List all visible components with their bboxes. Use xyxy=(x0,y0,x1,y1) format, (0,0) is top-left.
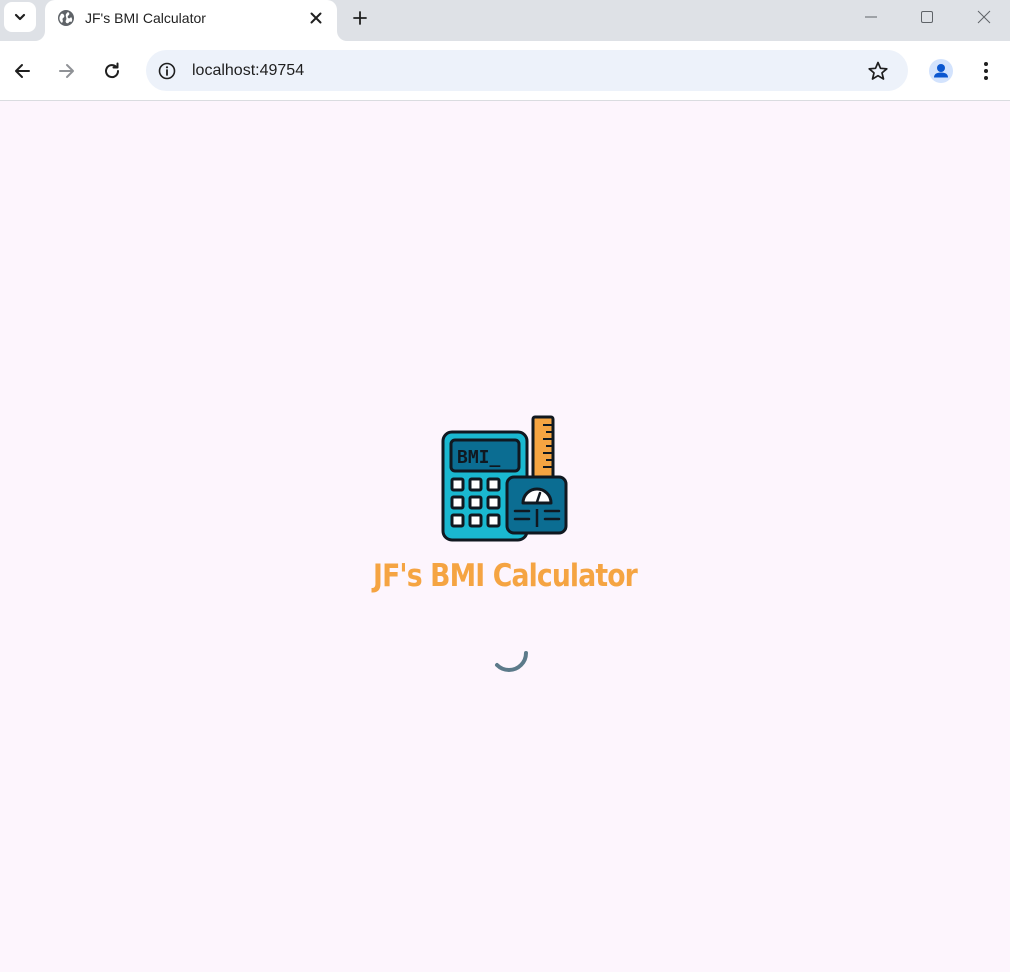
address-url: localhost:49754 xyxy=(192,62,305,79)
bmi-calculator-logo: BMI_ xyxy=(441,415,568,542)
tab-title: JF's BMI Calculator xyxy=(85,10,206,26)
tab-search-button[interactable] xyxy=(4,2,36,32)
browser-toolbar: localhost:49754 xyxy=(0,41,1010,101)
app-title: JF's BMI Calculator xyxy=(373,558,638,594)
reload-icon xyxy=(105,62,120,79)
maximize-button[interactable] xyxy=(899,0,955,34)
kebab-menu-icon xyxy=(984,62,988,80)
back-button[interactable] xyxy=(5,54,39,88)
loading-spinner xyxy=(495,651,528,673)
site-info-button[interactable] xyxy=(156,60,178,82)
browser-menu-button[interactable] xyxy=(969,54,1003,88)
arrow-right-icon xyxy=(59,64,74,78)
browser-window: JF's BMI Calculator localhost:49754 BMI_… xyxy=(0,0,1010,972)
forward-button[interactable] xyxy=(50,54,84,88)
window-close-button[interactable] xyxy=(956,0,1010,34)
minimize-button[interactable] xyxy=(843,0,899,34)
info-icon xyxy=(158,62,176,80)
arrow-left-icon xyxy=(15,64,30,78)
chevron-down-icon xyxy=(14,13,26,21)
reload-button[interactable] xyxy=(95,54,129,88)
page-viewport: BMI_ JF's BMI Calculator xyxy=(0,101,1010,972)
tab-strip: JF's BMI Calculator xyxy=(0,0,1010,41)
profile-button[interactable] xyxy=(924,54,958,88)
logo-screen-text: BMI_ xyxy=(457,447,501,468)
globe-icon xyxy=(58,10,74,26)
ruler-icon xyxy=(531,415,555,485)
tab-active[interactable]: JF's BMI Calculator xyxy=(45,0,337,41)
star-icon xyxy=(868,61,888,80)
maximize-icon xyxy=(921,11,933,23)
plus-icon xyxy=(353,11,367,25)
bookmark-button[interactable] xyxy=(866,59,890,83)
person-icon xyxy=(929,59,953,83)
tab-close-button[interactable] xyxy=(305,7,327,29)
minimize-icon xyxy=(865,16,877,18)
address-bar[interactable]: localhost:49754 xyxy=(146,50,908,91)
new-tab-button[interactable] xyxy=(346,4,374,32)
weighing-scale-icon xyxy=(505,475,568,535)
close-icon xyxy=(310,12,322,24)
close-icon xyxy=(977,10,991,24)
